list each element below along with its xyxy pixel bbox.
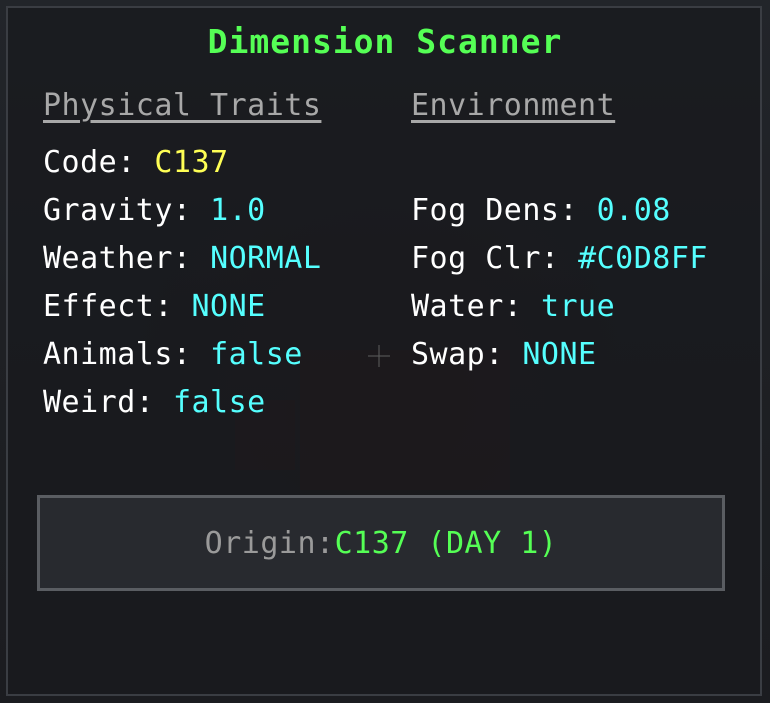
crosshair-vertical (378, 345, 380, 367)
row-code: Code: C137 (43, 145, 229, 180)
origin-value: C137 (DAY 1) (334, 525, 558, 561)
animals-label: Animals: (43, 337, 211, 372)
code-value: C137 (154, 145, 229, 180)
row-weird: Weird: false (43, 385, 266, 420)
row-water: Water: true (411, 289, 615, 324)
code-label: Code: (43, 145, 155, 180)
weather-label: Weather: (43, 241, 211, 276)
gravity-value: 1.0 (210, 193, 266, 228)
effect-label: Effect: (43, 289, 192, 324)
water-label: Water: (411, 289, 541, 324)
water-value: true (540, 289, 616, 324)
animals-value: false (210, 337, 303, 372)
fog-density-label: Fog Dens: (411, 193, 597, 228)
row-gravity: Gravity: 1.0 (43, 193, 266, 228)
row-swap: Swap: NONE (411, 337, 597, 372)
heading-physical-traits: Physical Traits (43, 88, 322, 123)
origin-label: Origin: (204, 525, 335, 561)
fog-color-label: Fog Clr: (411, 241, 579, 276)
crosshair-icon (368, 345, 390, 367)
fog-color-value: #C0D8FF (578, 241, 708, 276)
swap-label: Swap: (411, 337, 523, 372)
panel-title: Dimension Scanner (207, 22, 563, 61)
origin-box: Origin: C137 (DAY 1) (37, 495, 725, 591)
fog-density-value: 0.08 (596, 193, 671, 228)
swap-value: NONE (522, 337, 597, 372)
row-fog-color: Fog Clr: #C0D8FF (411, 241, 708, 276)
weather-value: NORMAL (210, 241, 322, 276)
row-animals: Animals: false (43, 337, 303, 372)
weird-label: Weird: (43, 385, 173, 420)
row-fog-density: Fog Dens: 0.08 (411, 193, 671, 228)
heading-environment: Environment (411, 88, 616, 123)
effect-value: NONE (191, 289, 266, 324)
row-effect: Effect: NONE (43, 289, 266, 324)
row-weather: Weather: NORMAL (43, 241, 321, 276)
gravity-label: Gravity: (43, 193, 211, 228)
weird-value: false (172, 385, 266, 420)
